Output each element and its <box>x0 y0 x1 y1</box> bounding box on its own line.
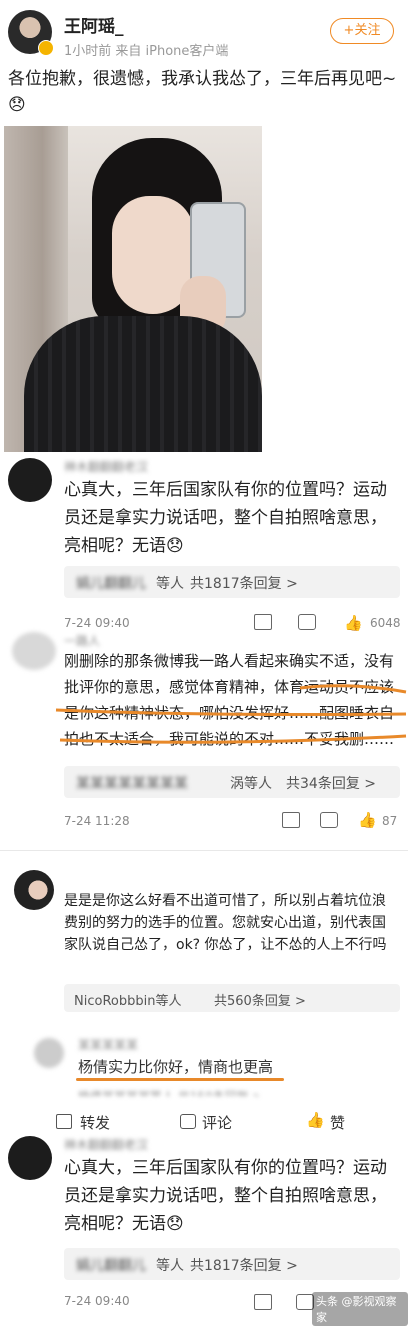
watermark: 头条 @影视观察家 <box>312 1292 408 1326</box>
sub-reply-summary: 杨倩某某某某等人 共150条回复 > <box>78 1088 263 1096</box>
comment-time: 7-24 11:28 <box>64 814 130 828</box>
reply-summary[interactable]: 娟儿翻翻儿 等人 共1817条回复 > <box>64 1248 400 1280</box>
like-icon[interactable]: 👍 <box>306 1111 325 1129</box>
commenter-name[interactable]: 一路人 <box>64 632 100 649</box>
highlight-underline <box>55 684 407 744</box>
follow-button[interactable]: +关注 <box>330 18 394 44</box>
reply-suffix: 等人 <box>156 576 184 592</box>
repost-button[interactable]: 转发 <box>80 1112 110 1133</box>
like-count: 6048 <box>370 616 401 630</box>
comment-time: 7-24 09:40 <box>64 1294 130 1308</box>
like-button[interactable]: 赞 <box>330 1112 345 1133</box>
comment-button[interactable]: 评论 <box>202 1112 232 1133</box>
like-count: 87 <box>382 814 398 828</box>
commenter-name[interactable]: 神木翻翻翻老汉 <box>64 1136 148 1153</box>
commenter-avatar[interactable] <box>8 458 52 502</box>
reply-count: 共560条回复 > <box>214 994 306 1009</box>
commenter-avatar[interactable] <box>8 1136 52 1180</box>
reply-suffix: 等人 <box>156 1258 184 1274</box>
sub-reply-text: 杨倩实力比你好，情商也更高 <box>78 1058 274 1076</box>
reply-summary[interactable]: 娟儿翻翻儿 等人 共1817条回复 > <box>64 566 400 598</box>
reply-count: 共1817条回复 > <box>190 1258 298 1274</box>
comment-icon[interactable] <box>298 614 316 630</box>
commenter-name[interactable]: 神木翻翻翻老汉 <box>64 458 148 475</box>
sub-reply-card: 某某某某某 杨倩实力比你好，情商也更高 杨倩某某某某等人 共150条回复 > <box>30 1032 404 1096</box>
sub-reply-name[interactable]: 某某某某某 <box>78 1036 138 1053</box>
action-bar: 转发 评论 👍 赞 <box>0 1110 408 1136</box>
post-meta: 1小时前 来自 iPhone客户端 <box>64 44 229 59</box>
post-text: 各位抱歉，很遗憾，我承认我怂了，三年后再见吧~😞 <box>8 66 402 118</box>
like-icon[interactable]: 👍 <box>358 811 377 829</box>
sub-reply-avatar[interactable] <box>34 1038 64 1068</box>
reply-names: 娟儿翻翻儿 <box>76 1258 146 1274</box>
reply-names: NicoRobbbin等人 <box>74 994 182 1009</box>
post-text-body: 各位抱歉，很遗憾，我承认我怂了，三年后再见吧 <box>8 69 382 89</box>
comment-icon[interactable] <box>320 812 338 828</box>
comment-time: 7-24 09:40 <box>64 616 130 630</box>
reply-suffix: 涡等人 <box>230 776 272 792</box>
comment-icon[interactable] <box>180 1114 196 1129</box>
comment-text: 心真大，三年后国家队有你的位置吗？运动员还是拿实力说话吧，整个自拍照啥意思，亮相… <box>64 1158 387 1234</box>
author-name[interactable]: 王阿瑶_ <box>64 12 124 37</box>
commenter-avatar[interactable] <box>12 632 56 670</box>
share-icon[interactable] <box>282 812 300 828</box>
reply-count: 共34条回复 > <box>286 776 376 792</box>
share-icon[interactable] <box>254 1294 272 1310</box>
repost-icon[interactable] <box>56 1114 72 1129</box>
reply-names: 某某某某某某某某 <box>76 776 188 792</box>
highlight-underline <box>76 1078 284 1081</box>
reply-names: 娟儿翻翻儿 <box>76 576 146 592</box>
verified-badge-icon <box>38 40 54 56</box>
commenter-avatar[interactable] <box>14 870 54 910</box>
reply-count: 共1817条回复 > <box>190 576 298 592</box>
reply-summary[interactable]: NicoRobbbin等人 共560条回复 > <box>64 984 400 1012</box>
photo-pajama <box>24 316 262 452</box>
comment-text: 是是是你这么好看不出道可惜了，所以别占着坑位浪费别的努力的选手的位置。您就安心出… <box>64 893 387 953</box>
comment-text: 心真大，三年后国家队有你的位置吗？运动员还是拿实力说话吧，整个自拍照啥意思，亮相… <box>64 480 387 556</box>
post-photo[interactable] <box>4 126 262 452</box>
reply-summary[interactable]: 某某某某某某某某 涡等人 共34条回复 > <box>64 766 400 798</box>
divider <box>0 850 408 851</box>
share-icon[interactable] <box>254 614 272 630</box>
like-icon[interactable]: 👍 <box>344 614 363 632</box>
